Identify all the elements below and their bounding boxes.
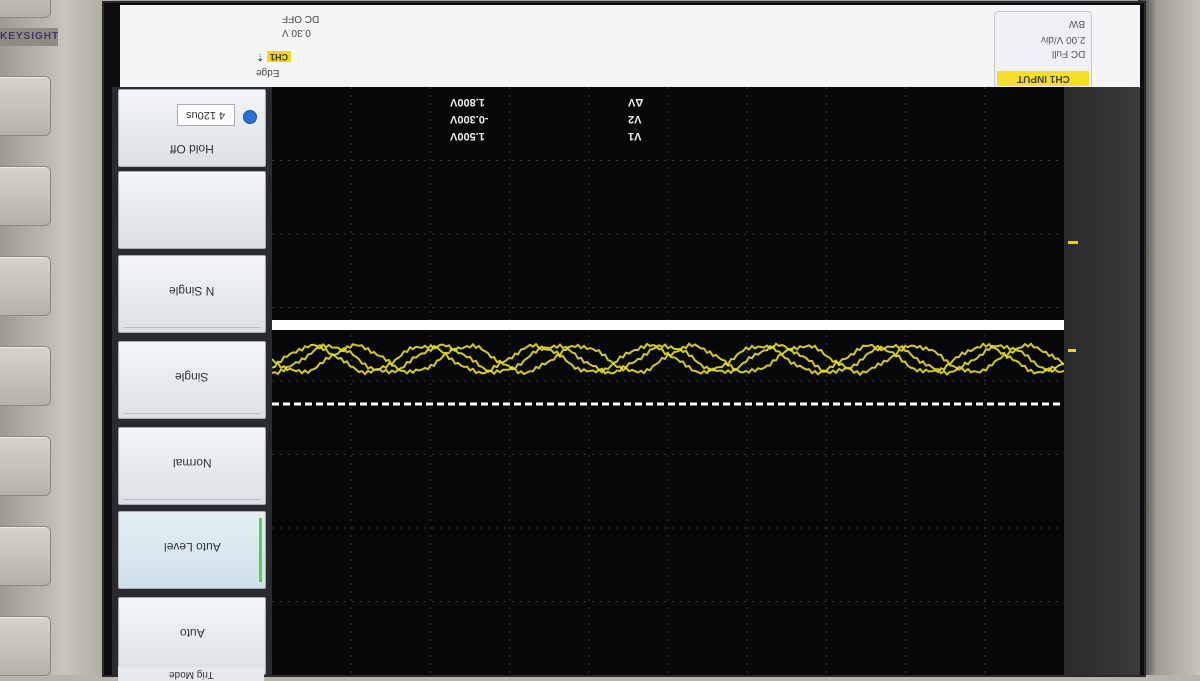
brand-logo: KEYSIGHT	[0, 28, 58, 46]
empty-softkey[interactable]	[118, 171, 266, 249]
normal-softkey[interactable]: Normal	[118, 427, 266, 505]
trigger-info: DC OFF 0.30 V ⇡ CH1 Edge	[212, 11, 372, 81]
channel-1-label: CH1 INPUT	[997, 71, 1089, 86]
channel-1-marker[interactable]	[1068, 349, 1076, 352]
channel-coupling: DC Full	[1051, 48, 1085, 59]
hardware-button-2[interactable]	[0, 76, 51, 136]
channel-scale: 2.00 V/div	[1040, 34, 1085, 45]
status-bar: DC OFF 0.30 V ⇡ CH1 Edge BW 2.00 V/div D…	[120, 5, 1140, 89]
holdoff-softkey[interactable]: 4 120us Hold Off	[118, 89, 266, 167]
hardware-button-8[interactable]	[0, 616, 51, 676]
front-panel-left: KEYSIGHT	[0, 0, 118, 676]
oscilloscope-screen: DC OFF 0.30 V ⇡ CH1 Edge BW 2.00 V/div D…	[104, 3, 1144, 681]
knob-indicator-icon	[243, 110, 257, 124]
graticule	[272, 87, 1064, 675]
channel-marker-column	[1064, 87, 1140, 675]
trigger-level: 0.30 V	[282, 27, 311, 38]
measurement-value-2: -0.300V	[450, 113, 489, 125]
hardware-button-7[interactable]	[0, 526, 51, 586]
auto-softkey[interactable]: Auto	[118, 597, 266, 675]
hardware-button-4[interactable]	[0, 256, 51, 316]
measurement-value-3: 1.500V	[450, 130, 485, 142]
measurement-label-v2: V2	[628, 113, 642, 125]
waveform-display[interactable]: 1.800V -0.300V 1.500V ΔV V2 V1	[272, 87, 1064, 675]
auto-level-softkey[interactable]: Auto Level	[118, 511, 266, 589]
measurement-value-1: 1.800V	[450, 96, 485, 108]
holdoff-value-field[interactable]: 4 120us	[177, 104, 235, 126]
measurement-labels: ΔV V2 V1	[628, 93, 643, 144]
trigger-source-badge: CH1	[267, 51, 292, 62]
trigger-slope-icon: ⇡	[256, 51, 265, 62]
hardware-button-5[interactable]	[0, 346, 51, 406]
single-softkey[interactable]: Single	[118, 341, 266, 419]
trigger-coupling: DC OFF	[282, 13, 320, 24]
measurement-label-delta: ΔV	[628, 96, 644, 108]
normal-label: Normal	[172, 456, 212, 470]
hardware-button-3[interactable]	[0, 166, 51, 226]
channel-1-settings[interactable]: BW 2.00 V/div DC Full CH1 INPUT	[994, 11, 1092, 89]
hardware-button-1[interactable]	[0, 0, 51, 18]
single-label: Single	[175, 370, 209, 384]
auto-label: Auto	[179, 626, 205, 640]
auto-level-label: Auto Level	[163, 540, 221, 554]
cursor-v1-line	[272, 320, 1064, 330]
holdoff-label: Hold Off	[170, 142, 214, 156]
n-single-softkey[interactable]: N Single	[118, 255, 266, 333]
trigger-mode-label: Edge	[256, 67, 280, 78]
softkey-panel: 4 120us Hold Off N Single Single Normal …	[112, 87, 272, 681]
measurement-values: 1.800V -0.300V 1.500V	[450, 93, 489, 144]
menu-title: Trig Mode	[118, 667, 264, 681]
channel-offset-marker[interactable]	[1068, 241, 1078, 244]
hardware-button-6[interactable]	[0, 436, 51, 496]
measurement-label-v1: V1	[628, 130, 642, 142]
channel-bandwidth: BW	[1068, 18, 1085, 29]
front-panel-right	[1138, 0, 1200, 675]
n-single-label: N Single	[169, 284, 215, 298]
